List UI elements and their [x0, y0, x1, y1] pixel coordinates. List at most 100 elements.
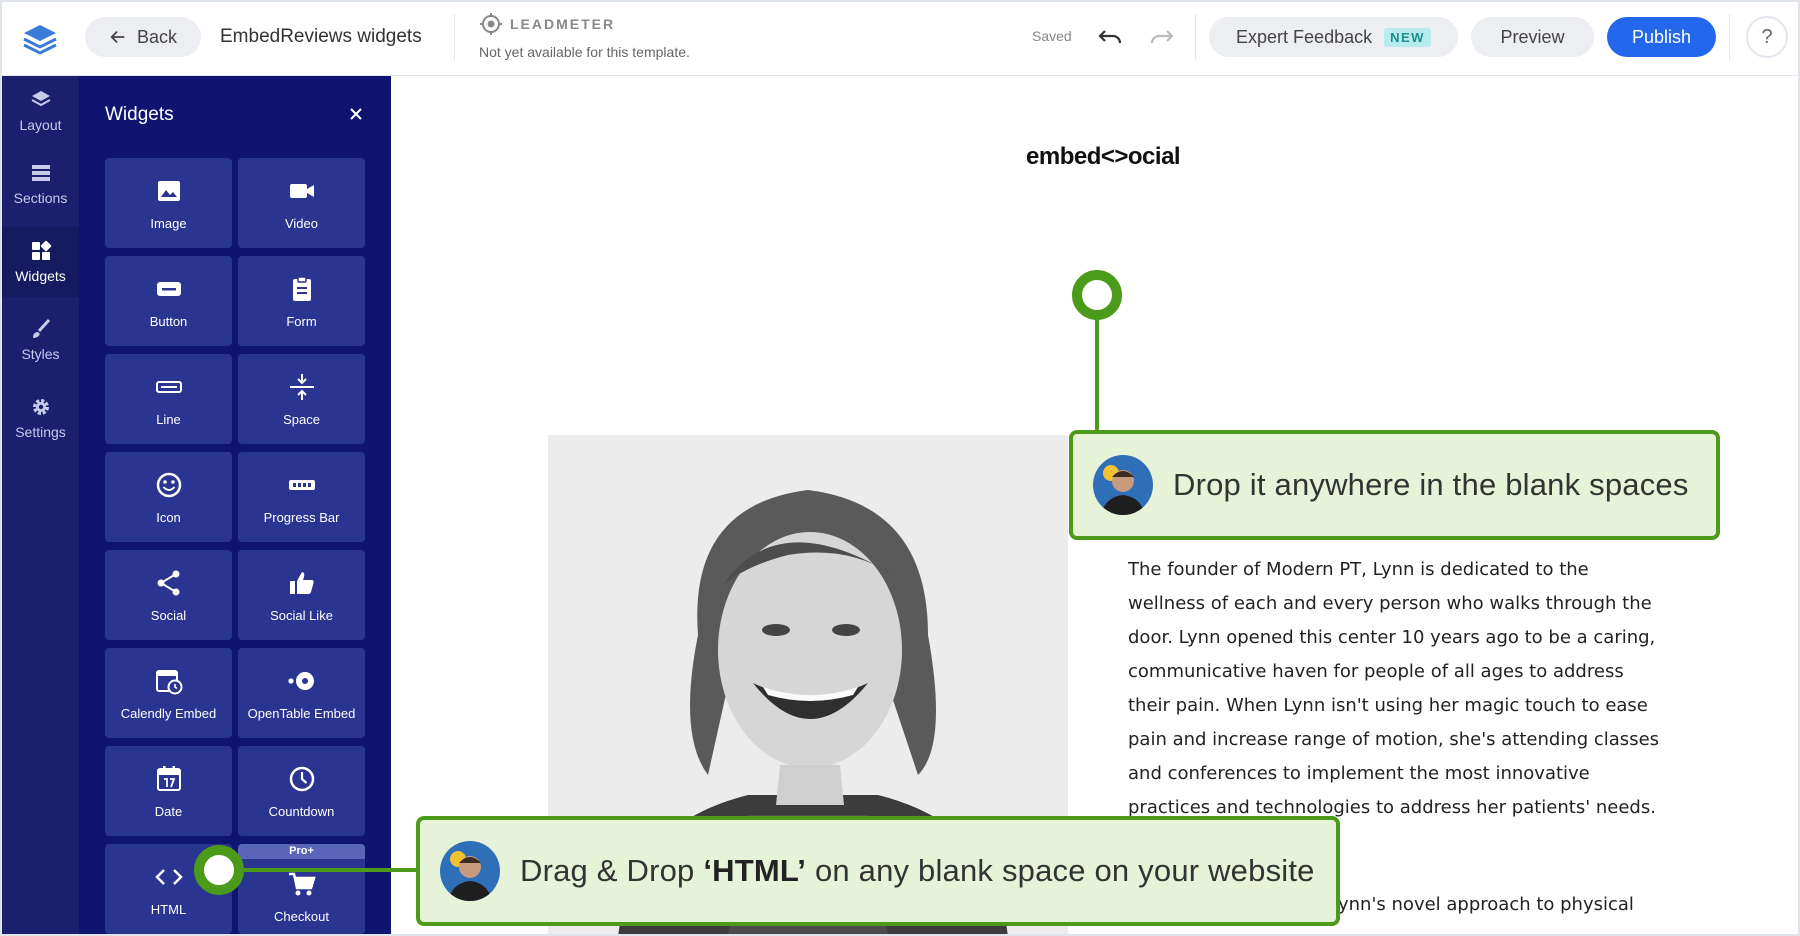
form-icon: [292, 275, 311, 301]
tile-label: Date: [154, 803, 183, 819]
leadmeter-subtitle: Not yet available for this template.: [479, 44, 690, 60]
brush-icon: [32, 318, 50, 338]
bio-line: their pain. When Lynn isn't using her ma…: [1128, 695, 1648, 716]
document-title[interactable]: EmbedReviews widgets: [220, 26, 422, 48]
redo-icon[interactable]: [1149, 25, 1175, 49]
divider: [1729, 14, 1730, 60]
pro-badge: Pro+: [238, 844, 365, 859]
tile-label: Space: [283, 411, 320, 427]
target-icon: [479, 12, 503, 36]
expert-feedback-label: Expert Feedback: [1236, 26, 1373, 47]
tile-label: Countdown: [268, 803, 335, 819]
image-icon: [157, 180, 180, 201]
widget-tile-progress-bar[interactable]: Progress Bar: [238, 452, 365, 542]
widget-tile-calendly-embed[interactable]: Calendly Embed: [105, 648, 232, 738]
line-icon: [155, 380, 182, 393]
gear-icon: [32, 399, 49, 415]
rail-item-label: Styles: [21, 346, 60, 362]
bio-line: pain and increase range of motion, she's…: [1128, 729, 1660, 750]
tile-label: Social: [150, 607, 187, 623]
bio-line: communicative haven for people of all ag…: [1128, 661, 1624, 682]
tile-label: OpenTable Embed: [247, 705, 356, 721]
tooltip-drop-anywhere: Drop it anywhere in the blank spaces: [1069, 430, 1720, 540]
leadmeter-title: LEADMETER: [510, 16, 616, 32]
bio-line: wellness of each and every person who wa…: [1128, 593, 1652, 614]
widget-tile-social-like[interactable]: Social Like: [238, 550, 365, 640]
divider: [1195, 14, 1196, 60]
close-icon[interactable]: [345, 103, 367, 125]
tile-label: Image: [150, 215, 187, 231]
share-icon: [157, 570, 179, 595]
callout-text-prefix: Drag & Drop: [520, 853, 704, 888]
undo-icon[interactable]: [1097, 25, 1123, 49]
drop-target-marker: [1072, 270, 1122, 320]
top-bar: Back EmbedReviews widgets LEADMETER Not …: [2, 2, 1798, 76]
expert-feedback-button[interactable]: Expert Feedback NEW: [1209, 17, 1458, 57]
widget-tile-image[interactable]: Image: [105, 158, 232, 248]
tooltip-drag-drop-html: Drag & Drop ‘HTML’ on any blank space on…: [416, 816, 1340, 926]
smiley-icon: [156, 472, 181, 497]
arrow-left-icon: [110, 30, 125, 44]
founder-bio: The founder of Modern PT, Lynn is dedica…: [1128, 553, 1668, 825]
tile-label: Social Like: [270, 607, 333, 623]
sections-icon: [31, 165, 50, 181]
rail-item-layout[interactable]: Layout: [2, 76, 79, 146]
opentable-icon: [287, 671, 314, 690]
button-icon: [156, 281, 181, 296]
rail-item-label: Widgets: [15, 268, 66, 284]
save-status: Saved: [1032, 28, 1072, 44]
rail-item-widgets[interactable]: Widgets: [2, 227, 79, 297]
widget-tile-form[interactable]: Form: [238, 256, 365, 346]
callout-text-suffix: on any blank space on your website: [806, 853, 1315, 888]
rail-item-label: Sections: [13, 190, 68, 206]
widget-tile-icon[interactable]: Icon: [105, 452, 232, 542]
widgets-panel: Widgets Image Video Button Form Line Spa…: [79, 76, 391, 934]
date-icon: [156, 765, 181, 791]
thumbs-up-icon: [289, 571, 314, 594]
widget-tile-date[interactable]: Date: [105, 746, 232, 836]
publish-button[interactable]: Publish: [1607, 17, 1716, 57]
widget-tile-opentable-embed[interactable]: OpenTable Embed: [238, 648, 365, 738]
new-badge: NEW: [1384, 27, 1431, 47]
tile-label: Form: [286, 313, 317, 329]
preview-button[interactable]: Preview: [1471, 17, 1594, 57]
tile-label: HTML: [150, 901, 187, 917]
rail-item-settings[interactable]: Settings: [2, 383, 79, 453]
clock-icon: [289, 766, 314, 791]
tile-label: Icon: [156, 509, 181, 525]
bio-line: The founder of Modern PT, Lynn is dedica…: [1128, 559, 1589, 580]
avatar: [1093, 455, 1153, 515]
app-logo-icon[interactable]: [20, 19, 60, 59]
cart-icon: [288, 872, 316, 895]
bio-line: and conferences to implement the most in…: [1128, 763, 1590, 784]
drag-source-marker: [194, 845, 244, 895]
bio-line: door. Lynn opened this center 10 years a…: [1128, 627, 1656, 648]
rail-item-sections[interactable]: Sections: [2, 149, 79, 219]
help-button[interactable]: ?: [1746, 16, 1788, 58]
callout-connector: [232, 868, 418, 872]
widget-tile-line[interactable]: Line: [105, 354, 232, 444]
rail-item-label: Layout: [19, 117, 62, 133]
space-icon: [289, 373, 314, 400]
tile-label: Calendly Embed: [120, 705, 217, 721]
widgets-icon: [31, 240, 51, 260]
site-logo: embed<>ocial: [1026, 143, 1181, 170]
widget-tile-social[interactable]: Social: [105, 550, 232, 640]
tile-label: Button: [149, 313, 188, 329]
widget-tile-checkout[interactable]: Pro+ Checkout: [238, 844, 365, 934]
left-rail: Layout Sections Widgets Styles Settings: [2, 76, 79, 934]
back-label: Back: [136, 26, 178, 47]
avatar: [440, 841, 500, 901]
callout-text: Drag & Drop ‘HTML’ on any blank space on…: [520, 853, 1315, 889]
tile-label: Line: [156, 411, 181, 427]
panel-title: Widgets: [105, 104, 174, 125]
widget-tile-video[interactable]: Video: [238, 158, 365, 248]
widget-tile-button[interactable]: Button: [105, 256, 232, 346]
back-button[interactable]: Back: [85, 17, 201, 57]
video-icon: [289, 183, 314, 198]
callout-text-bold: ‘HTML’: [703, 853, 807, 888]
widget-tile-countdown[interactable]: Countdown: [238, 746, 365, 836]
tile-label: Progress Bar: [263, 509, 340, 525]
rail-item-styles[interactable]: Styles: [2, 305, 79, 375]
widget-tile-space[interactable]: Space: [238, 354, 365, 444]
